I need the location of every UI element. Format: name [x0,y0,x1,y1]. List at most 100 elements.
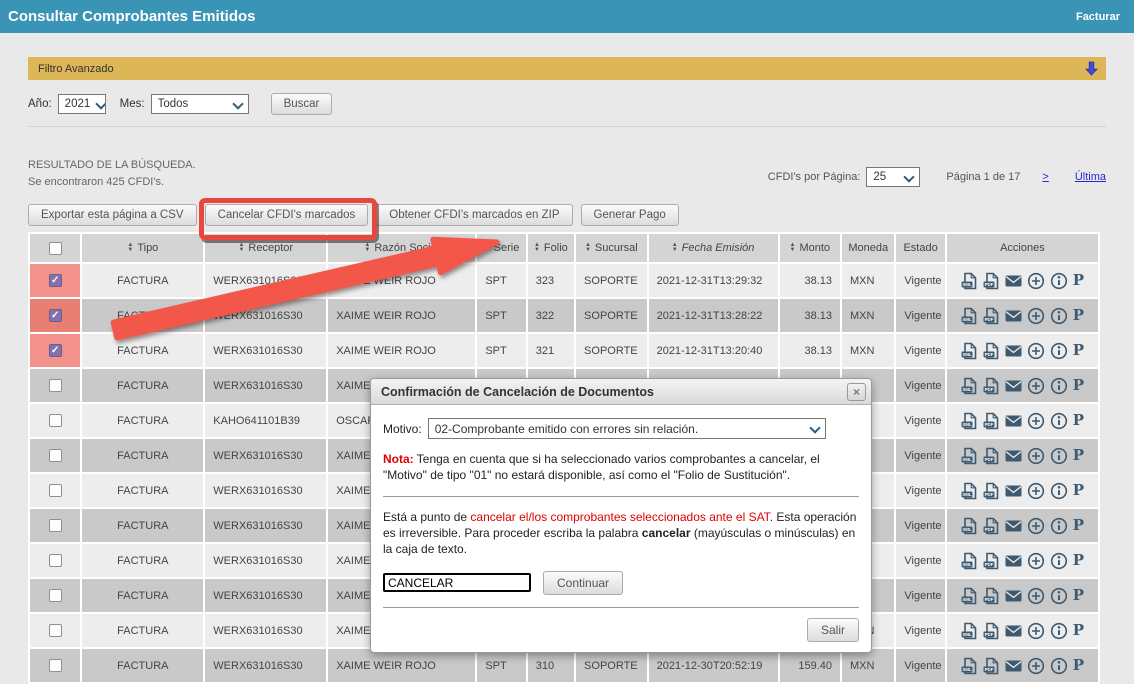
info-icon[interactable] [1050,482,1068,500]
row-checkbox[interactable] [49,344,62,357]
column-header-monto[interactable]: ▲▼Monto [780,234,840,262]
row-checkbox[interactable] [49,274,62,287]
payment-icon[interactable]: P [1073,308,1084,323]
add-icon[interactable] [1027,657,1045,675]
add-icon[interactable] [1027,377,1045,395]
row-checkbox[interactable] [49,379,62,392]
add-icon[interactable] [1027,622,1045,640]
info-icon[interactable] [1050,307,1068,325]
email-icon[interactable] [1005,275,1022,287]
payment-icon[interactable]: P [1073,343,1084,358]
column-header-serie[interactable]: ▲▼Serie [477,234,525,262]
info-icon[interactable] [1050,587,1068,605]
export-csv-button[interactable]: Exportar esta página a CSV [28,204,197,226]
add-icon[interactable] [1027,517,1045,535]
payment-icon[interactable]: P [1073,483,1084,498]
email-icon[interactable] [1005,310,1022,322]
next-page-link[interactable]: > [1042,171,1048,183]
cancel-marked-button[interactable]: Cancelar CFDI's marcados [205,204,369,226]
xml-file-icon[interactable]: XML [961,447,978,465]
search-button[interactable]: Buscar [271,93,333,115]
payment-icon[interactable]: P [1073,413,1084,428]
column-header-razon-social[interactable]: ▲▼Razón Social [328,234,475,262]
advanced-filter-bar[interactable]: Filtro Avanzado [28,57,1106,80]
row-checkbox[interactable] [49,519,62,532]
payment-icon[interactable]: P [1073,273,1084,288]
row-checkbox[interactable] [49,484,62,497]
email-icon[interactable] [1005,555,1022,567]
pdf-file-icon[interactable]: PDF [983,447,1000,465]
pdf-file-icon[interactable]: PDF [983,657,1000,675]
zip-marked-button[interactable]: Obtener CFDI's marcados en ZIP [376,204,572,226]
pdf-file-icon[interactable]: PDF [983,307,1000,325]
close-icon[interactable]: × [847,383,866,401]
pdf-file-icon[interactable]: PDF [983,342,1000,360]
xml-file-icon[interactable]: XML [961,412,978,430]
column-header-receptor[interactable]: ▲▼Receptor [205,234,326,262]
add-icon[interactable] [1027,342,1045,360]
year-select[interactable]: 2021 [58,94,106,114]
info-icon[interactable] [1050,412,1068,430]
payment-icon[interactable]: P [1073,518,1084,533]
pdf-file-icon[interactable]: PDF [983,482,1000,500]
info-icon[interactable] [1050,272,1068,290]
continue-button[interactable]: Continuar [543,571,623,595]
add-icon[interactable] [1027,447,1045,465]
xml-file-icon[interactable]: XML [961,517,978,535]
info-icon[interactable] [1050,517,1068,535]
xml-file-icon[interactable]: XML [961,272,978,290]
xml-file-icon[interactable]: XML [961,587,978,605]
cancel-confirmation-input[interactable] [383,573,531,592]
facturar-link[interactable]: Facturar [1076,11,1120,23]
add-icon[interactable] [1027,307,1045,325]
column-header-select[interactable] [30,234,80,262]
add-icon[interactable] [1027,552,1045,570]
pdf-file-icon[interactable]: PDF [983,412,1000,430]
month-select[interactable]: Todos [151,94,249,114]
info-icon[interactable] [1050,552,1068,570]
pdf-file-icon[interactable]: PDF [983,517,1000,535]
row-checkbox[interactable] [49,414,62,427]
info-icon[interactable] [1050,342,1068,360]
row-checkbox[interactable] [49,659,62,672]
xml-file-icon[interactable]: XML [961,552,978,570]
row-checkbox[interactable] [49,554,62,567]
motivo-select[interactable]: 02-Comprobante emitido con errores sin r… [428,418,826,439]
add-icon[interactable] [1027,587,1045,605]
xml-file-icon[interactable]: XML [961,482,978,500]
add-icon[interactable] [1027,482,1045,500]
pdf-file-icon[interactable]: PDF [983,552,1000,570]
xml-file-icon[interactable]: XML [961,342,978,360]
column-header-fecha-emision[interactable]: ▲▼Fecha Emisión [649,234,778,262]
xml-file-icon[interactable]: XML [961,657,978,675]
add-icon[interactable] [1027,272,1045,290]
column-header-folio[interactable]: ▲▼Folio [528,234,574,262]
email-icon[interactable] [1005,590,1022,602]
pdf-file-icon[interactable]: PDF [983,622,1000,640]
per-page-select[interactable]: 25 [866,167,920,187]
collapse-arrow-icon[interactable] [1085,61,1098,76]
info-icon[interactable] [1050,447,1068,465]
row-checkbox[interactable] [49,589,62,602]
email-icon[interactable] [1005,660,1022,672]
payment-icon[interactable]: P [1073,658,1084,673]
column-header-tipo[interactable]: ▲▼Tipo [82,234,203,262]
last-page-link[interactable]: Última [1075,171,1106,183]
payment-icon[interactable]: P [1073,553,1084,568]
generate-payment-button[interactable]: Generar Pago [581,204,679,226]
xml-file-icon[interactable]: XML [961,622,978,640]
info-icon[interactable] [1050,622,1068,640]
email-icon[interactable] [1005,345,1022,357]
info-icon[interactable] [1050,377,1068,395]
email-icon[interactable] [1005,415,1022,427]
row-checkbox[interactable] [49,624,62,637]
info-icon[interactable] [1050,657,1068,675]
payment-icon[interactable]: P [1073,623,1084,638]
pdf-file-icon[interactable]: PDF [983,587,1000,605]
xml-file-icon[interactable]: XML [961,377,978,395]
payment-icon[interactable]: P [1073,448,1084,463]
column-header-sucursal[interactable]: ▲▼Sucursal [576,234,647,262]
xml-file-icon[interactable]: XML [961,307,978,325]
email-icon[interactable] [1005,380,1022,392]
exit-button[interactable]: Salir [807,618,859,642]
